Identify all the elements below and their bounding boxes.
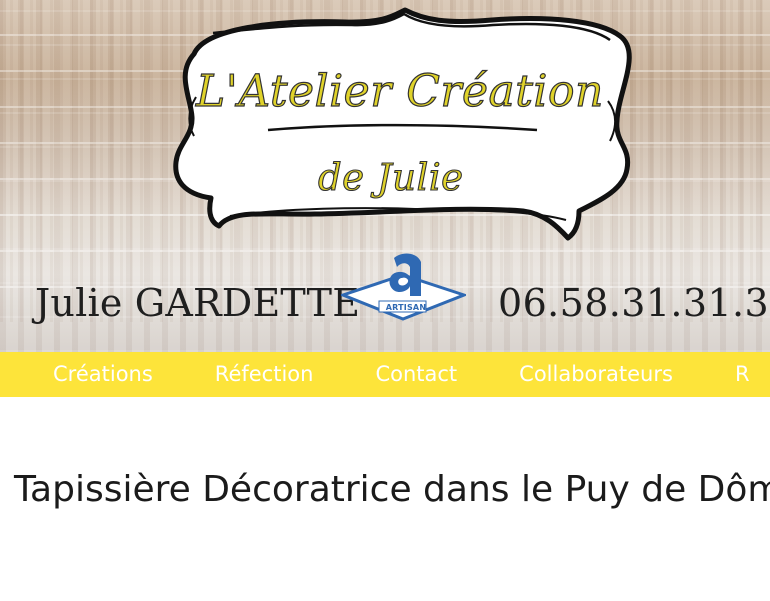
nav-item-creations[interactable]: Créations — [53, 352, 153, 397]
artisan-badge-label: ARTISAN — [385, 303, 427, 312]
main-navigation: Créations Réfection Contact Collaborateu… — [0, 352, 770, 397]
phone-number: 06.58.31.31.31 — [498, 281, 770, 325]
artisan-badge-icon — [341, 253, 466, 321]
nav-list: Créations Réfection Contact Collaborateu… — [53, 352, 750, 397]
page: L'Atelier Création de Julie Julie GARDET… — [0, 0, 770, 601]
owner-name: Julie GARDETTE — [35, 281, 361, 325]
nav-item-collaborateurs[interactable]: Collaborateurs — [519, 352, 673, 397]
site-header-banner: L'Atelier Création de Julie Julie GARDET… — [0, 0, 770, 352]
nav-item-refection[interactable]: Réfection — [215, 352, 314, 397]
logo-line-2: de Julie — [318, 156, 464, 199]
page-title: Tapissière Décoratrice dans le Puy de Dô… — [14, 469, 770, 510]
logo-line-1: L'Atelier Création — [195, 66, 604, 117]
nav-item-contact[interactable]: Contact — [375, 352, 457, 397]
nav-item-overflow[interactable]: R — [735, 352, 750, 397]
